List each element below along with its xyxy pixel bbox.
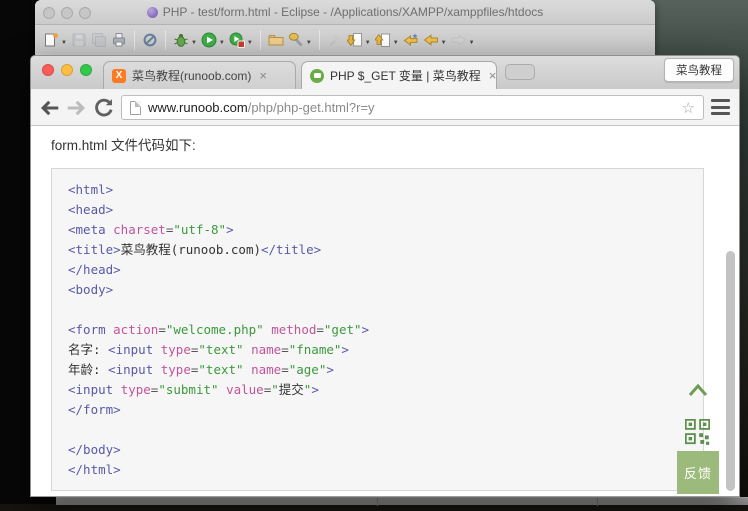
feedback-button[interactable]: 反馈 bbox=[677, 451, 719, 494]
bookmark-star-icon[interactable]: ☆ bbox=[682, 99, 695, 117]
search-icon[interactable] bbox=[287, 31, 305, 49]
previous-annotation-icon[interactable] bbox=[374, 31, 392, 49]
qr-code-icon[interactable] bbox=[685, 419, 710, 446]
dropdown-caret-icon[interactable]: ▼ bbox=[219, 40, 225, 46]
dropdown-caret-icon[interactable]: ▼ bbox=[191, 40, 197, 46]
eclipse-toolbar: ▼ ▼ ▼ ▼ ▼ ▼ ▼ ▼ ▼ bbox=[35, 25, 655, 54]
dropdown-caret-icon[interactable]: ▼ bbox=[247, 40, 253, 46]
browser-window: X 菜鸟教程(runoob.com) × PHP $_GET 变量 | 菜鸟教程… bbox=[30, 55, 740, 497]
code-line: <head> bbox=[68, 200, 703, 220]
tab-runoob-home[interactable]: X 菜鸟教程(runoob.com) × bbox=[103, 61, 296, 89]
screen: PHP - test/form.html - Eclipse - /Applic… bbox=[0, 0, 748, 511]
code-line: <input type="submit" value="提交"> bbox=[68, 380, 703, 400]
toolbar-separator bbox=[260, 30, 261, 50]
new-tab-button[interactable] bbox=[505, 64, 535, 80]
run-external-icon[interactable] bbox=[228, 31, 246, 49]
save-icon[interactable] bbox=[70, 31, 88, 49]
eclipse-traffic-lights bbox=[43, 7, 91, 19]
forward-icon[interactable] bbox=[65, 97, 87, 119]
url-bar[interactable]: www.runoob.com /php/php-get.html?r=y ☆ bbox=[121, 95, 704, 120]
page-content: form.html 文件代码如下: <html><head><meta char… bbox=[31, 126, 739, 496]
feedback-label: 反馈 bbox=[684, 463, 712, 482]
browser-tabstrip[interactable]: X 菜鸟教程(runoob.com) × PHP $_GET 变量 | 菜鸟教程… bbox=[31, 56, 739, 89]
open-folder-icon[interactable] bbox=[267, 31, 285, 49]
url-path: /php/php-get.html?r=y bbox=[248, 100, 375, 115]
toolbar-separator bbox=[319, 30, 320, 50]
code-line: <title>菜鸟教程(runoob.com)</title> bbox=[68, 240, 703, 260]
profile-button[interactable]: 菜鸟教程 bbox=[664, 58, 734, 82]
eclipse-bottom-edge bbox=[56, 497, 748, 505]
reload-icon[interactable] bbox=[93, 97, 115, 119]
forward-icon[interactable] bbox=[450, 31, 468, 49]
next-annotation-icon[interactable] bbox=[346, 31, 364, 49]
profile-name: 菜鸟教程 bbox=[676, 62, 722, 78]
code-line: </body> bbox=[68, 440, 703, 460]
scroll-top-icon[interactable] bbox=[687, 382, 709, 400]
skip-breakpoints-icon[interactable] bbox=[141, 31, 159, 49]
eclipse-app-icon bbox=[147, 7, 158, 18]
tab-php-get[interactable]: PHP $_GET 变量 | 菜鸟教程 × bbox=[301, 61, 497, 89]
run-icon[interactable] bbox=[200, 31, 218, 49]
code-line: </html> bbox=[68, 460, 703, 480]
tab-close-icon[interactable]: × bbox=[259, 69, 267, 82]
dropdown-caret-icon[interactable]: ▼ bbox=[469, 40, 475, 46]
debug-icon[interactable] bbox=[172, 31, 190, 49]
eclipse-zoom-button[interactable] bbox=[79, 7, 91, 19]
save-all-icon[interactable] bbox=[90, 31, 108, 49]
window-zoom-button[interactable] bbox=[80, 64, 92, 76]
code-line: <body> bbox=[68, 280, 703, 300]
eclipse-window: PHP - test/form.html - Eclipse - /Applic… bbox=[35, 0, 655, 55]
back-icon[interactable] bbox=[422, 31, 440, 49]
dropdown-caret-icon[interactable]: ▼ bbox=[441, 40, 447, 46]
dropdown-caret-icon[interactable]: ▼ bbox=[61, 40, 67, 46]
dropdown-caret-icon[interactable]: ▼ bbox=[393, 40, 399, 46]
toolbar-separator bbox=[165, 30, 166, 50]
tab-label: PHP $_GET 变量 | 菜鸟教程 bbox=[330, 67, 481, 84]
back-icon[interactable] bbox=[39, 97, 61, 119]
pin-editor-icon[interactable] bbox=[326, 31, 344, 49]
code-line: <form action="welcome.php" method="get"> bbox=[68, 320, 703, 340]
eclipse-close-button[interactable] bbox=[43, 7, 55, 19]
last-edit-location-icon[interactable] bbox=[402, 31, 420, 49]
menu-icon[interactable] bbox=[711, 99, 730, 115]
new-file-icon[interactable] bbox=[42, 31, 60, 49]
dropdown-caret-icon[interactable]: ▼ bbox=[365, 40, 371, 46]
url-host: www.runoob.com bbox=[148, 100, 248, 115]
code-line: </form> bbox=[68, 400, 703, 420]
code-line: <html> bbox=[68, 180, 703, 200]
window-minimize-button[interactable] bbox=[61, 64, 73, 76]
code-line bbox=[68, 300, 703, 320]
eclipse-window-title: PHP - test/form.html - Eclipse - /Applic… bbox=[163, 5, 544, 19]
runoob-favicon bbox=[310, 69, 324, 83]
intro-text: form.html 文件代码如下: bbox=[51, 134, 196, 154]
toolbar-separator bbox=[134, 30, 135, 50]
code-line bbox=[68, 420, 703, 440]
eclipse-titlebar[interactable]: PHP - test/form.html - Eclipse - /Applic… bbox=[35, 0, 655, 25]
desktop-background-bottom bbox=[0, 504, 748, 511]
xampp-favicon: X bbox=[112, 69, 126, 83]
print-icon[interactable] bbox=[110, 31, 128, 49]
eclipse-minimize-button[interactable] bbox=[61, 7, 73, 19]
scrollbar-thumb[interactable] bbox=[726, 251, 735, 491]
window-close-button[interactable] bbox=[42, 64, 54, 76]
desktop-background-earth bbox=[0, 170, 34, 511]
tab-label: 菜鸟教程(runoob.com) bbox=[132, 67, 251, 84]
code-line: </head> bbox=[68, 260, 703, 280]
code-line: 名字: <input type="text" name="fname"> bbox=[68, 340, 703, 360]
browser-traffic-lights bbox=[42, 64, 92, 76]
code-line: 年龄: <input type="text" name="age"> bbox=[68, 360, 703, 380]
page-icon bbox=[130, 101, 141, 115]
dropdown-caret-icon[interactable]: ▼ bbox=[306, 40, 312, 46]
tab-close-icon[interactable]: × bbox=[489, 69, 497, 82]
browser-navbar: www.runoob.com /php/php-get.html?r=y ☆ bbox=[31, 89, 739, 126]
code-line: <meta charset="utf-8"> bbox=[68, 220, 703, 240]
code-block: <html><head><meta charset="utf-8"><title… bbox=[51, 168, 704, 491]
